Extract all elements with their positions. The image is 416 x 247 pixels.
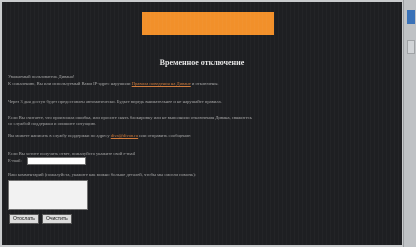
- page-title: Временное отключение: [159, 58, 245, 67]
- email-field[interactable]: [27, 157, 86, 165]
- comment-textarea[interactable]: [8, 180, 88, 210]
- clear-button[interactable]: Очистить: [42, 214, 72, 224]
- notice-line-4: Вы можете написать в службу поддержки по…: [8, 133, 191, 139]
- greeting-text: Уважаемый пользователь Дивана!: [8, 74, 75, 79]
- side-tab[interactable]: [407, 40, 415, 54]
- rules-link[interactable]: Правила поведения на Диване: [132, 81, 191, 86]
- notice-line-1-post: и отключены.: [191, 81, 219, 86]
- email-label: E-mail:: [8, 158, 22, 163]
- notice-line-4-post: или отправить сообщение:: [139, 133, 192, 138]
- browser-viewport: Временное отключение Уважаемый пользоват…: [2, 2, 402, 245]
- side-tab-active[interactable]: [407, 10, 415, 24]
- notice-line-1-pre: К сожалению, Вы или используемый Вами IP…: [8, 81, 131, 86]
- comment-prompt: Ваш комментарий (пожалуйста, укажите как…: [8, 172, 197, 177]
- send-button[interactable]: Отослать: [9, 214, 39, 224]
- notice-line-2: Через 3 дня доступ будет предоставлен ав…: [8, 99, 222, 104]
- header-banner: [142, 12, 274, 35]
- notice-line-4-pre: Вы можете написать в службу поддержки по…: [8, 133, 110, 138]
- notice-line-1: К сожалению, Вы или используемый Вами IP…: [8, 81, 219, 87]
- notice-line-3b: со службой поддержки и опишите ситуацию.: [8, 121, 97, 126]
- side-panel: [403, 0, 416, 247]
- support-email-link[interactable]: diva@divan.ru: [111, 133, 138, 138]
